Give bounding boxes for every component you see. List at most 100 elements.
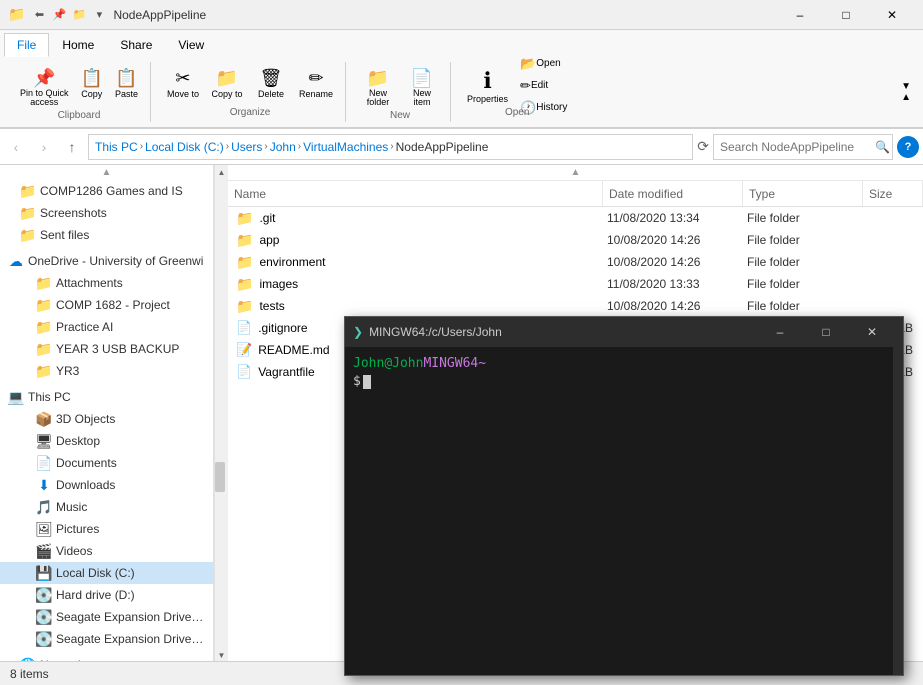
sidebar-item-seagate2[interactable]: 💽 Seagate Expansion Drive (E:) (0, 628, 213, 650)
terminal-close-btn[interactable]: ✕ (849, 317, 895, 347)
sidebar-item-label: Downloads (56, 478, 115, 492)
sidebar-item-desktop[interactable]: 🖥 Desktop (0, 430, 213, 452)
term-host: John (392, 355, 423, 373)
table-row[interactable]: 📁 app 10/08/2020 14:26 File folder (228, 229, 923, 251)
sidebar-item-year3-backup[interactable]: 📁 YEAR 3 USB BACKUP (0, 338, 213, 360)
sidebar-item-label: OneDrive - University of Greenwi (28, 254, 203, 268)
paste-btn[interactable]: 📋 Paste (111, 66, 142, 111)
tab-view[interactable]: View (165, 33, 217, 57)
tab-home[interactable]: Home (49, 33, 107, 57)
sidebar-item-screenshots[interactable]: 📁 Screenshots (0, 202, 213, 224)
sidebar-item-this-pc[interactable]: 💻 This PC (0, 386, 213, 408)
file-date: 10/08/2020 14:26 (601, 233, 741, 247)
collapse-ribbon-btn[interactable]: ▲ (901, 92, 911, 103)
sidebar-scrollbar[interactable]: ▲ ▼ (214, 165, 228, 662)
breadcrumb[interactable]: This PC › Local Disk (C:) › Users › John… (88, 134, 693, 160)
rename-btn[interactable]: ✏ Rename (295, 66, 337, 101)
desktop-icon: 🖥 (36, 433, 52, 449)
sidebar-item-label: Seagate Expansion Drive (E:) (56, 610, 205, 624)
sidebar-item-videos[interactable]: 🎬 Videos (0, 540, 213, 562)
move-to-btn[interactable]: ✂ Move to (163, 66, 203, 101)
refresh-button[interactable]: ⟳ (697, 138, 709, 155)
terminal-maximize-btn[interactable]: □ (803, 317, 849, 347)
bc-local-disk[interactable]: Local Disk (C:) (145, 140, 224, 154)
maximize-button[interactable]: □ (823, 0, 869, 30)
sidebar-item-seagate1[interactable]: 💽 Seagate Expansion Drive (E:) (0, 606, 213, 628)
term-user: John (353, 355, 384, 373)
terminal-titlebar: ❯ MINGW64:/c/Users/John – □ ✕ (345, 317, 903, 347)
search-input[interactable] (720, 140, 875, 154)
terminal-scrollbar[interactable] (893, 347, 903, 675)
terminal-line-2: $ (353, 373, 885, 391)
sidebar-item-label: Desktop (56, 434, 100, 448)
tb-undo-icon[interactable]: ⬅ (31, 7, 47, 23)
sidebar-item-hard-drive[interactable]: 💽 Hard drive (D:) (0, 584, 213, 606)
back-button[interactable]: ‹ (4, 135, 28, 159)
tb-folder-icon[interactable]: 📁 (71, 7, 87, 23)
sidebar-item-music[interactable]: 🎵 Music (0, 496, 213, 518)
up-button[interactable]: ↑ (60, 135, 84, 159)
sidebar-item-practice-ai[interactable]: 📁 Practice AI (0, 316, 213, 338)
file-scroll-up[interactable]: ▲ (228, 165, 923, 181)
new-item-btn[interactable]: 📄 Newitem (402, 66, 442, 111)
sidebar-item-pictures[interactable]: 🖼 Pictures (0, 518, 213, 540)
tb-down-icon[interactable]: ▾ (91, 7, 107, 23)
sidebar-item-comp1682[interactable]: 📁 COMP 1682 - Project (0, 294, 213, 316)
sidebar-item-onedrive[interactable]: ☁ OneDrive - University of Greenwi (0, 250, 213, 272)
bc-this-pc[interactable]: This PC (95, 140, 138, 154)
col-header-name[interactable]: Name (228, 181, 603, 206)
table-row[interactable]: 📁 tests 10/08/2020 14:26 File folder (228, 295, 923, 317)
sidebar-item-label: Screenshots (40, 206, 107, 220)
table-row[interactable]: 📁 images 11/08/2020 13:33 File folder (228, 273, 923, 295)
folder-icon: 📁 (20, 183, 36, 199)
sidebar-item-yr3[interactable]: 📁 YR3 (0, 360, 213, 382)
table-row[interactable]: 📁 environment 10/08/2020 14:26 File fold… (228, 251, 923, 273)
delete-btn[interactable]: 🗑 Delete (251, 66, 291, 101)
sidebar-item-comp1286[interactable]: 📁 COMP1286 Games and IS (0, 180, 213, 202)
sidebar-item-label: 3D Objects (56, 412, 115, 426)
help-btn[interactable]: ▼ (901, 81, 911, 92)
col-header-size[interactable]: Size (863, 181, 923, 206)
sidebar-item-3d-objects[interactable]: 📦 3D Objects (0, 408, 213, 430)
close-button[interactable]: ✕ (869, 0, 915, 30)
minimize-button[interactable]: – (777, 0, 823, 30)
col-header-type[interactable]: Type (743, 181, 863, 206)
bc-users[interactable]: Users (231, 140, 262, 154)
bc-john[interactable]: John (270, 140, 296, 154)
sidebar-item-label: Pictures (56, 522, 99, 536)
pin-to-quick-btn[interactable]: 📌 Pin to Quickaccess (16, 66, 73, 111)
terminal-minimize-btn[interactable]: – (757, 317, 803, 347)
copy-to-btn[interactable]: 📁 Copy to (207, 66, 247, 101)
scrollbar-thumb[interactable] (215, 462, 225, 492)
folder-icon: 📁 (36, 341, 52, 357)
file-name-text: tests (259, 299, 284, 313)
forward-button[interactable]: › (32, 135, 56, 159)
sidebar-item-documents[interactable]: 📄 Documents (0, 452, 213, 474)
bc-vms[interactable]: VirtualMachines (303, 140, 388, 154)
sidebar-item-label: Music (56, 500, 87, 514)
term-at: @ (384, 355, 392, 373)
sidebar-item-label: Videos (56, 544, 92, 558)
file-type: File folder (741, 255, 861, 269)
scroll-up-btn[interactable]: ▲ (215, 165, 228, 179)
help-button[interactable]: ? (897, 136, 919, 158)
address-bar: ‹ › ↑ This PC › Local Disk (C:) › Users … (0, 129, 923, 165)
sidebar-item-downloads[interactable]: ⬇ Downloads (0, 474, 213, 496)
scroll-up[interactable]: ▲ (0, 165, 213, 180)
sidebar-item-label: Attachments (56, 276, 123, 290)
tab-share[interactable]: Share (107, 33, 165, 57)
sidebar-item-attachments[interactable]: 📁 Attachments (0, 272, 213, 294)
open-btn[interactable]: 📂 Open (516, 54, 571, 74)
sidebar-item-local-disk[interactable]: 💾 Local Disk (C:) (0, 562, 213, 584)
table-row[interactable]: 📁 .git 11/08/2020 13:34 File folder (228, 207, 923, 229)
term-mingw-label: MINGW64 (423, 355, 478, 373)
edit-btn[interactable]: ✏ Edit (516, 76, 571, 96)
sidebar-item-sent-files[interactable]: 📁 Sent files (0, 224, 213, 246)
new-folder-btn[interactable]: 📁 Newfolder (358, 66, 398, 111)
copy-btn[interactable]: 📋 Copy (77, 66, 107, 111)
tb-pin-icon[interactable]: 📌 (51, 7, 67, 23)
col-header-date[interactable]: Date modified (603, 181, 743, 206)
scroll-down-btn[interactable]: ▼ (215, 648, 228, 662)
tab-file[interactable]: File (4, 33, 49, 57)
properties-btn[interactable]: ℹ Properties (463, 66, 512, 106)
